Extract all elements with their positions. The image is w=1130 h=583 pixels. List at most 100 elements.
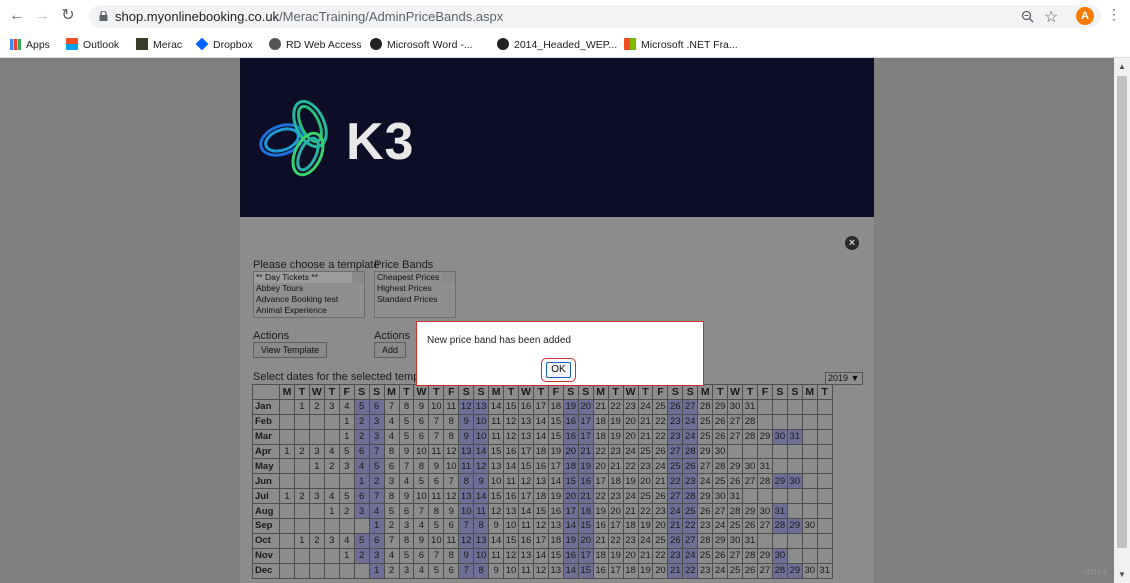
calendar-day-cell[interactable]: 27 xyxy=(727,428,744,445)
address-bar[interactable]: shop.myonlinebooking.co.uk/MeracTraining… xyxy=(89,5,1101,28)
calendar-day-cell[interactable]: 18 xyxy=(547,532,564,549)
calendar-day-cell[interactable]: 15 xyxy=(562,473,579,490)
calendar-day-cell[interactable]: 8 xyxy=(443,413,460,430)
calendar-day-cell[interactable]: 19 xyxy=(637,518,654,534)
calendar-day-cell[interactable]: 3 xyxy=(353,503,370,520)
calendar-day-cell[interactable]: 22 xyxy=(637,503,654,520)
calendar-day-cell[interactable]: 26 xyxy=(697,503,714,520)
calendar-day-cell[interactable]: 29 xyxy=(712,532,729,549)
calendar-day-cell[interactable]: 7 xyxy=(428,413,445,430)
calendar-day-cell[interactable]: 28 xyxy=(742,413,758,430)
calendar-day-cell[interactable]: 2 xyxy=(383,562,400,579)
calendar-day-cell[interactable]: 4 xyxy=(338,532,355,549)
calendar-day-cell[interactable]: 29 xyxy=(697,488,714,505)
calendar-day-cell[interactable]: 14 xyxy=(488,398,505,415)
calendar-day-cell[interactable]: 2 xyxy=(353,428,370,445)
calendar-day-cell[interactable]: 19 xyxy=(607,428,624,445)
calendar-day-cell[interactable]: 9 xyxy=(413,398,430,415)
calendar-day-cell[interactable]: 13 xyxy=(503,503,519,520)
calendar-day-cell[interactable]: 11 xyxy=(443,398,460,415)
calendar-day-cell[interactable]: 10 xyxy=(503,518,519,534)
calendar-day-cell[interactable]: 27 xyxy=(682,398,699,415)
calendar-day-cell[interactable]: 27 xyxy=(667,488,684,505)
calendar-day-cell[interactable]: 3 xyxy=(383,473,400,490)
calendar-day-cell[interactable]: 1 xyxy=(279,488,295,505)
calendar-day-cell[interactable]: 4 xyxy=(368,503,385,520)
calendar-day-cell[interactable]: 8 xyxy=(443,428,460,445)
calendar-day-cell[interactable]: 9 xyxy=(398,488,415,505)
calendar-day-cell[interactable]: 10 xyxy=(443,458,460,475)
calendar-day-cell[interactable]: 14 xyxy=(473,488,490,505)
scroll-up-arrow-icon[interactable]: ▲ xyxy=(1118,62,1126,71)
calendar-day-cell[interactable]: 26 xyxy=(667,398,684,415)
calendar-day-cell[interactable]: 20 xyxy=(562,488,579,505)
calendar-day-cell[interactable]: 8 xyxy=(473,562,490,579)
calendar-day-cell[interactable]: 4 xyxy=(353,458,370,475)
calendar-day-cell[interactable]: 27 xyxy=(697,458,714,475)
calendar-day-cell[interactable]: 26 xyxy=(712,428,729,445)
calendar-day-cell[interactable]: 3 xyxy=(368,428,385,445)
template-listbox[interactable]: ** Day Tickets ** Abbey Tours Advance Bo… xyxy=(253,271,365,318)
calendar-day-cell[interactable]: 24 xyxy=(637,532,654,549)
calendar-day-cell[interactable]: 25 xyxy=(682,503,699,520)
calendar-day-cell[interactable]: 20 xyxy=(592,458,609,475)
calendar-day-cell[interactable]: 30 xyxy=(712,488,729,505)
calendar-day-cell[interactable]: 9 xyxy=(458,547,475,564)
calendar-day-cell[interactable]: 17 xyxy=(547,458,564,475)
calendar-day-cell[interactable]: 5 xyxy=(338,488,355,505)
template-option[interactable]: ** Day Tickets ** xyxy=(254,272,364,283)
calendar-day-cell[interactable]: 20 xyxy=(622,547,639,564)
calendar-day-cell[interactable]: 14 xyxy=(473,443,490,460)
calendar-day-cell[interactable]: 27 xyxy=(757,518,773,534)
calendar-day-cell[interactable]: 7 xyxy=(458,518,475,534)
calendar-day-cell[interactable]: 15 xyxy=(488,488,505,505)
calendar-day-cell[interactable]: 26 xyxy=(682,458,699,475)
calendar-day-cell[interactable]: 9 xyxy=(473,473,490,490)
calendar-day-cell[interactable]: 20 xyxy=(577,398,594,415)
calendar-day-cell[interactable]: 10 xyxy=(503,562,519,579)
calendar-day-cell[interactable]: 22 xyxy=(682,562,699,579)
calendar-day-cell[interactable]: 25 xyxy=(652,532,669,549)
calendar-day-cell[interactable]: 9 xyxy=(488,562,505,579)
calendar-day-cell[interactable]: 18 xyxy=(592,413,609,430)
calendar-day-cell[interactable]: 11 xyxy=(473,503,490,520)
calendar-day-cell[interactable]: 16 xyxy=(503,488,519,505)
calendar-day-cell[interactable]: 31 xyxy=(727,488,744,505)
calendar-day-cell[interactable]: 23 xyxy=(667,413,684,430)
calendar-day-cell[interactable]: 27 xyxy=(727,413,744,430)
ok-button[interactable]: OK xyxy=(546,362,571,378)
calendar-day-cell[interactable]: 14 xyxy=(562,518,579,534)
calendar-day-cell[interactable]: 4 xyxy=(338,398,355,415)
calendar-day-cell[interactable]: 30 xyxy=(771,547,788,564)
calendar-day-cell[interactable]: 15 xyxy=(577,518,594,534)
calendar-day-cell[interactable]: 17 xyxy=(577,413,594,430)
calendar-day-cell[interactable]: 31 xyxy=(742,398,758,415)
calendar-day-cell[interactable]: 21 xyxy=(607,458,624,475)
calendar-day-cell[interactable]: 18 xyxy=(562,458,579,475)
calendar-day-cell[interactable]: 12 xyxy=(443,443,460,460)
calendar-day-cell[interactable]: 11 xyxy=(428,488,445,505)
calendar-day-cell[interactable]: 15 xyxy=(488,443,505,460)
calendar-day-cell[interactable]: 25 xyxy=(697,428,714,445)
bookmark-rd-web-access[interactable]: RD Web Access xyxy=(269,37,362,53)
zoom-icon[interactable] xyxy=(1021,10,1034,23)
calendar-day-cell[interactable]: 23 xyxy=(667,428,684,445)
calendar-day-cell[interactable]: 26 xyxy=(667,532,684,549)
reload-icon[interactable]: ↻ xyxy=(59,7,77,25)
calendar-day-cell[interactable]: 17 xyxy=(532,398,549,415)
calendar-day-cell[interactable]: 15 xyxy=(547,428,564,445)
calendar-day-cell[interactable]: 16 xyxy=(592,518,609,534)
calendar-day-cell[interactable]: 23 xyxy=(667,547,684,564)
calendar-day-cell[interactable]: 20 xyxy=(607,503,624,520)
calendar-day-cell[interactable]: 2 xyxy=(323,458,340,475)
calendar-day-cell[interactable]: 28 xyxy=(682,488,699,505)
calendar-day-cell[interactable]: 8 xyxy=(428,503,445,520)
calendar-day-cell[interactable]: 14 xyxy=(488,532,505,549)
calendar-day-cell[interactable]: 6 xyxy=(383,458,400,475)
calendar-day-cell[interactable]: 24 xyxy=(682,413,699,430)
calendar-day-cell[interactable]: 16 xyxy=(562,413,579,430)
price-band-option[interactable]: Highest Prices xyxy=(375,283,455,294)
calendar-day-cell[interactable]: 6 xyxy=(353,443,370,460)
back-arrow-icon[interactable]: ← xyxy=(8,7,26,25)
calendar-day-cell[interactable]: 3 xyxy=(308,488,325,505)
